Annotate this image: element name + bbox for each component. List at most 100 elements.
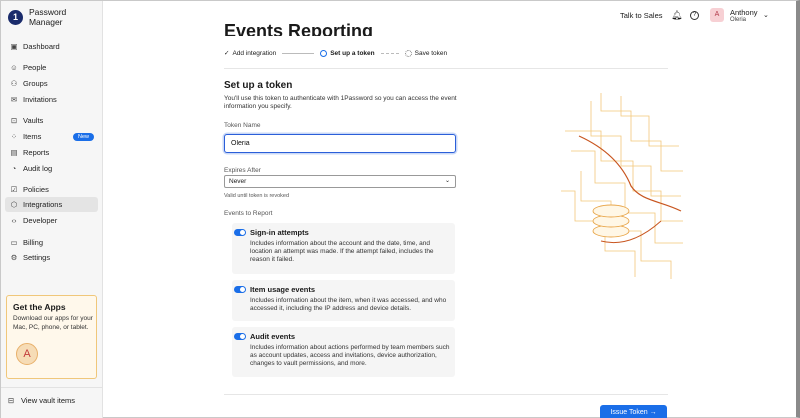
event-card-audit: Audit events Includes information about …: [232, 327, 455, 377]
get-apps-title: Get the Apps: [13, 302, 66, 312]
sidebar-item-label: People: [23, 63, 47, 72]
policy-icon: ☑: [10, 185, 18, 194]
sidebar-item-audit-log[interactable]: ◔ Audit log: [5, 161, 98, 176]
help-icon[interactable]: ?: [690, 11, 699, 20]
vault-icon: ⊡: [10, 116, 18, 125]
sidebar-item-label: Vaults: [23, 116, 44, 125]
event-description: Includes information about the item, whe…: [250, 297, 447, 313]
avatar[interactable]: A: [710, 8, 724, 22]
section-description: You'll use this token to authenticate wi…: [224, 95, 457, 110]
vault-items-icon: ⊟: [7, 396, 15, 405]
billing-icon: ▭: [10, 238, 18, 247]
section-title: Set up a token: [224, 80, 293, 91]
token-name-label: Token Name: [224, 122, 261, 129]
sidebar-item-label: Policies: [23, 185, 49, 194]
step-connector: [380, 52, 399, 54]
app-store-icon: A: [16, 343, 38, 365]
integrations-icon: ⬡: [10, 200, 18, 209]
groups-icon: ⚇: [10, 79, 18, 88]
sidebar-item-label: Dashboard: [23, 42, 60, 51]
sidebar-item-label: Items: [23, 132, 42, 141]
sidebar-item-dashboard[interactable]: ▣ Dashboard: [5, 39, 98, 54]
envelope-icon: ✉: [10, 95, 18, 104]
section-divider: [224, 68, 668, 69]
sidebar-item-settings[interactable]: ⚙ Settings: [5, 250, 98, 265]
sidebar-item-billing[interactable]: ▭ Billing: [5, 235, 98, 250]
user-name[interactable]: Anthony: [730, 8, 758, 17]
step-connector: [282, 52, 315, 54]
view-vault-items-link[interactable]: ⊟ View vault items: [7, 396, 75, 405]
sign-in-attempts-toggle[interactable]: [234, 229, 246, 236]
sidebar-item-invitations[interactable]: ✉ Invitations: [5, 92, 98, 107]
sidebar-item-developer[interactable]: ‹› Developer: [5, 213, 98, 228]
step-label: Set up a token: [330, 49, 375, 57]
sidebar-divider: [1, 387, 102, 388]
new-badge: New: [72, 132, 94, 141]
app-brand[interactable]: 1 Password Manager: [8, 7, 102, 27]
step-set-up-token: Set up a token: [320, 49, 375, 57]
database-icon: [592, 204, 630, 238]
issue-token-button[interactable]: Issue Token →: [600, 405, 667, 418]
app-logo-icon: 1: [8, 9, 23, 25]
event-title: Sign-in attempts: [250, 228, 309, 237]
step-add-integration: ✓ Add integration: [224, 49, 277, 58]
item-usage-events-toggle[interactable]: [234, 286, 246, 293]
illustration-accent-line: [578, 135, 682, 212]
gear-icon: ⚙: [10, 253, 18, 262]
audit-icon: ◔: [11, 164, 17, 173]
illustration-lines: [561, 93, 683, 279]
sidebar-item-label: Invitations: [23, 95, 57, 104]
expires-after-value: Never: [229, 178, 247, 185]
audit-events-toggle[interactable]: [234, 333, 246, 340]
expires-hint: Valid until token is revoked: [224, 193, 290, 199]
app-window: 1 Password Manager ▣ Dashboard ☺ People …: [0, 0, 800, 418]
get-apps-text: Download our apps for your Mac, PC, phon…: [13, 315, 93, 331]
step-label: Add integration: [232, 49, 277, 57]
event-card-sign-in: Sign-in attempts Includes information ab…: [232, 223, 455, 274]
sidebar-item-groups[interactable]: ⚇ Groups: [5, 76, 98, 91]
pending-step-icon: [404, 49, 412, 57]
sidebar-item-people[interactable]: ☺ People: [5, 60, 98, 75]
sidebar-item-reports[interactable]: ▤ Reports: [5, 145, 98, 160]
current-step-icon: [320, 49, 328, 57]
sidebar-item-items[interactable]: ⁘ Items New: [5, 129, 98, 144]
decorative-illustration: [561, 93, 683, 279]
sidebar-item-label: Integrations: [23, 200, 63, 209]
get-apps-card[interactable]: Get the Apps Download our apps for your …: [6, 295, 97, 379]
sidebar: 1 Password Manager ▣ Dashboard ☺ People …: [1, 1, 103, 418]
events-to-report-label: Events to Report: [224, 210, 273, 217]
event-description: Includes information about the account a…: [250, 240, 434, 264]
expires-after-select[interactable]: Never ⌄: [224, 175, 456, 188]
code-icon: ‹›: [11, 216, 17, 225]
progress-steps: ✓ Add integration Set up a token Save to…: [224, 49, 447, 57]
items-icon: ⁘: [10, 132, 18, 141]
sidebar-item-label: Groups: [23, 79, 48, 88]
page-title: Events Reporting: [224, 21, 374, 36]
footer-divider: [224, 394, 668, 395]
app-name: Password Manager: [28, 7, 67, 27]
token-name-input[interactable]: [224, 134, 456, 153]
sidebar-item-label: Reports: [23, 148, 50, 157]
event-title: Item usage events: [250, 285, 316, 294]
event-description: Includes information about actions perfo…: [250, 344, 450, 368]
step-save-token: Save token: [404, 49, 448, 57]
event-card-item-usage: Item usage events Includes information a…: [232, 280, 455, 321]
event-title: Audit events: [250, 332, 296, 341]
sidebar-item-label: Audit log: [23, 164, 53, 173]
sidebar-item-integrations[interactable]: ⬡ Integrations: [5, 197, 98, 212]
sidebar-item-vaults[interactable]: ⊡ Vaults: [5, 113, 98, 128]
sidebar-item-policies[interactable]: ☑ Policies: [5, 182, 98, 197]
chevron-down-icon[interactable]: ⌄: [763, 11, 769, 19]
sidebar-item-label: Billing: [23, 238, 44, 247]
check-icon: ✓: [224, 50, 230, 57]
chevron-down-icon: ⌄: [444, 178, 450, 184]
user-account: Oleria: [730, 17, 747, 23]
sidebar-item-label: Developer: [23, 216, 58, 225]
sidebar-item-label: Settings: [23, 253, 51, 262]
person-icon: ☺: [10, 63, 18, 72]
expires-after-label: Expires After: [224, 167, 261, 174]
dashboard-icon: ▣: [10, 42, 18, 51]
report-icon: ▤: [10, 148, 18, 157]
view-vault-items-label: View vault items: [21, 396, 76, 405]
step-label: Save token: [414, 49, 448, 57]
